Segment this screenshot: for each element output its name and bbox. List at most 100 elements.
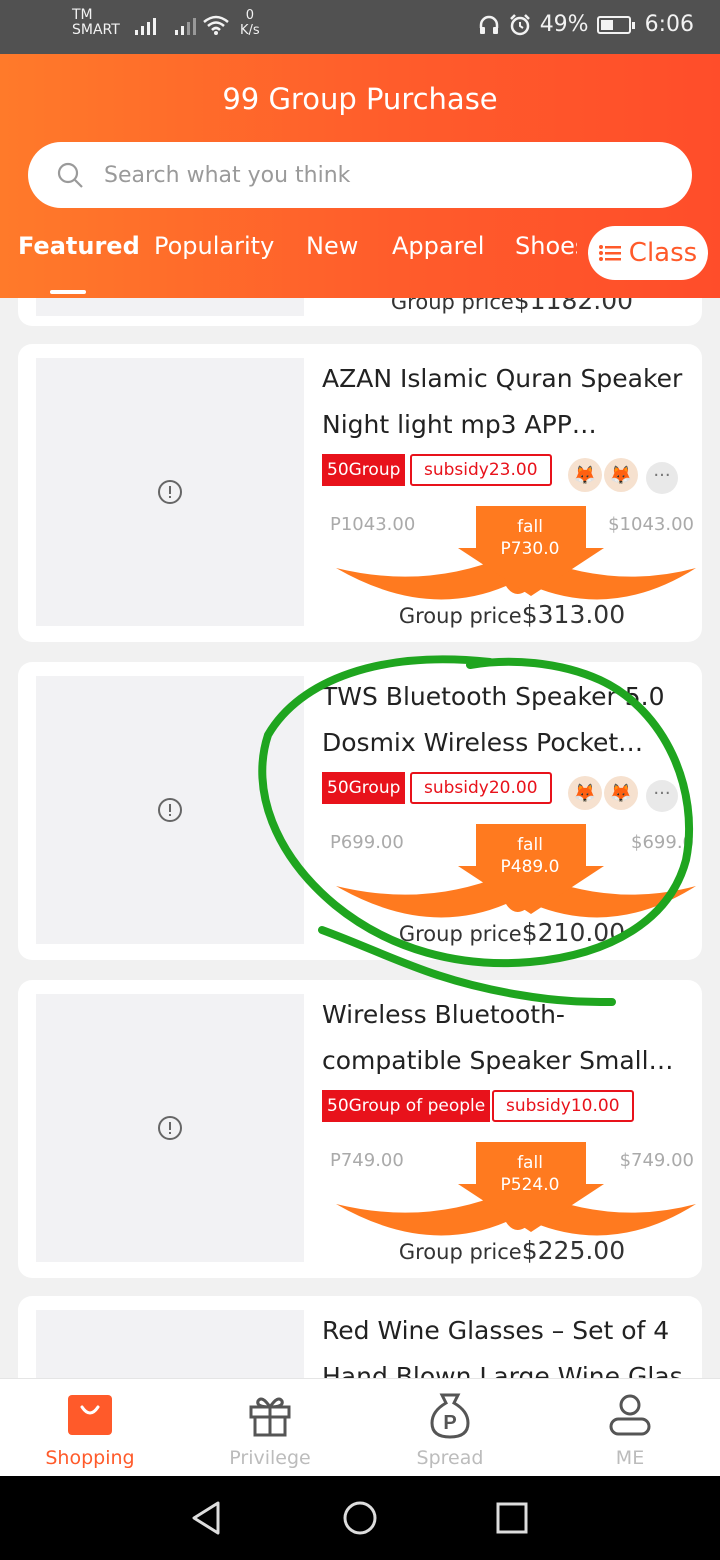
tab-shoes[interactable]: Shoes	[515, 232, 577, 260]
product-card[interactable]: Wireless Bluetooth-compatible Speaker Sm…	[18, 980, 702, 1278]
fall-label: fall	[517, 835, 543, 855]
original-price-d: $699.0	[631, 832, 694, 853]
fall-price: P730.0	[500, 539, 560, 559]
more-icon[interactable]: ···	[646, 462, 678, 494]
class-label: Class	[628, 238, 698, 268]
svg-text:P: P	[443, 1412, 456, 1434]
home-icon[interactable]	[342, 1500, 378, 1536]
signal-icon	[135, 18, 156, 35]
group-price-value: $313.00	[521, 600, 626, 629]
wifi-icon	[203, 15, 229, 35]
money-bag-icon: P	[430, 1393, 470, 1439]
product-title[interactable]: TWS Bluetooth Speaker 5.0 Dosmix Wireles…	[322, 674, 688, 766]
group-badge: 50Group of people	[322, 1090, 491, 1122]
group-price-label: Group price	[398, 1240, 522, 1264]
product-title[interactable]: Wireless Bluetooth-compatible Speaker Sm…	[322, 992, 688, 1084]
system-nav-bar	[0, 1476, 720, 1560]
fall-price: P489.0	[500, 857, 560, 877]
carrier-network: SMART	[72, 22, 120, 38]
product-card[interactable]: Group price$1182.00	[18, 298, 702, 326]
nav-label: Shopping	[45, 1447, 135, 1469]
image-error-icon	[158, 1116, 182, 1140]
page-title: 99 Group Purchase	[222, 82, 498, 116]
product-image	[36, 1310, 304, 1378]
tab-apparel[interactable]: Apparel	[392, 232, 484, 260]
status-right: 49% 6:06	[478, 12, 694, 37]
recents-icon[interactable]	[496, 1500, 528, 1536]
avatar: 🦊	[604, 776, 638, 810]
product-title[interactable]: Red Wine Glasses – Set of 4 Hand Blown L…	[322, 1308, 688, 1378]
network-speed: 0 K/s	[240, 8, 260, 38]
nav-spread[interactable]: P Spread	[360, 1391, 540, 1469]
nav-shopping[interactable]: Shopping	[0, 1391, 180, 1469]
group-price-value: $210.00	[521, 918, 626, 947]
fall-label: fall	[517, 517, 543, 537]
avatar: 🦊	[604, 458, 638, 492]
nav-label: Privilege	[229, 1447, 311, 1469]
image-error-icon	[158, 798, 182, 822]
carrier-name: TM	[72, 7, 93, 23]
group-price: Group price$225.00	[322, 1236, 702, 1265]
nav-label: ME	[615, 1447, 645, 1469]
search-input[interactable]: Search what you think	[104, 163, 350, 188]
group-price: Group price$210.00	[322, 918, 702, 947]
product-image	[36, 298, 304, 316]
product-title[interactable]: AZAN Islamic Quran Speaker Night light m…	[322, 356, 688, 448]
tab-featured[interactable]: Featured	[18, 232, 140, 260]
group-badge: 50Group	[322, 772, 406, 804]
back-icon[interactable]	[190, 1500, 222, 1536]
tab-popularity[interactable]: Popularity	[154, 232, 274, 260]
fall-price: P524.0	[500, 1175, 560, 1195]
image-error-icon	[158, 480, 182, 504]
category-tabs: Featured Popularity New Apparel Shoes Cl…	[0, 224, 720, 298]
avatar: 🦊	[568, 776, 602, 810]
product-card[interactable]: TWS Bluetooth Speaker 5.0 Dosmix Wireles…	[18, 662, 702, 960]
network-speed-value: 0	[245, 8, 254, 23]
product-card[interactable]: Red Wine Glasses – Set of 4 Hand Blown L…	[18, 1296, 702, 1378]
user-icon	[609, 1394, 651, 1436]
product-card[interactable]: AZAN Islamic Quran Speaker Night light m…	[18, 344, 702, 642]
clock: 6:06	[644, 12, 694, 37]
original-price-p: P699.00	[330, 832, 404, 853]
original-price-p: P1043.00	[330, 514, 416, 535]
group-badge: 50Group	[322, 454, 406, 486]
list-icon	[598, 245, 621, 261]
original-price-d: $749.00	[619, 1150, 694, 1171]
class-button[interactable]: Class	[588, 226, 708, 280]
nav-label: Spread	[416, 1447, 484, 1469]
battery-percent: 49%	[539, 12, 589, 37]
avatar: 🦊	[568, 458, 602, 492]
product-image	[36, 358, 304, 626]
tab-new[interactable]: New	[306, 232, 358, 260]
buyer-avatars: 🦊 🦊	[568, 458, 640, 492]
subsidy-badge: subsidy23.00	[410, 454, 552, 486]
product-image	[36, 994, 304, 1262]
buyer-avatars: 🦊 🦊	[568, 776, 640, 810]
shopping-bag-icon	[68, 1395, 112, 1435]
more-icon[interactable]: ···	[646, 780, 678, 812]
nav-me[interactable]: ME	[540, 1391, 720, 1469]
status-bar: TM SMART 0 K/s 49% 6:06	[0, 0, 720, 54]
battery-icon	[596, 15, 635, 34]
group-price-label: Group price	[398, 922, 522, 946]
carrier-label: TM SMART	[72, 8, 120, 38]
original-price-d: $1043.00	[608, 514, 694, 535]
active-tab-indicator	[50, 290, 86, 294]
product-feed[interactable]: Group price$1182.00 AZAN Islamic Quran S…	[0, 298, 720, 1378]
gift-icon	[249, 1397, 291, 1437]
alarm-icon	[509, 13, 530, 35]
bottom-nav: Shopping Privilege P Spread ME	[0, 1378, 720, 1476]
signal-icon-2	[175, 18, 196, 35]
group-price: Group price$313.00	[322, 600, 702, 629]
group-price-label: Group price	[398, 604, 522, 628]
fall-label: fall	[517, 1153, 543, 1173]
subsidy-badge: subsidy20.00	[410, 772, 552, 804]
search-bar[interactable]: Search what you think	[28, 142, 692, 208]
product-image	[36, 676, 304, 944]
search-icon	[57, 162, 83, 188]
group-price-value: $225.00	[521, 1236, 626, 1265]
headphones-icon	[479, 15, 498, 34]
subsidy-badge: subsidy10.00	[492, 1090, 634, 1122]
group-price: Group price$1182.00	[322, 298, 702, 315]
nav-privilege[interactable]: Privilege	[180, 1391, 360, 1469]
